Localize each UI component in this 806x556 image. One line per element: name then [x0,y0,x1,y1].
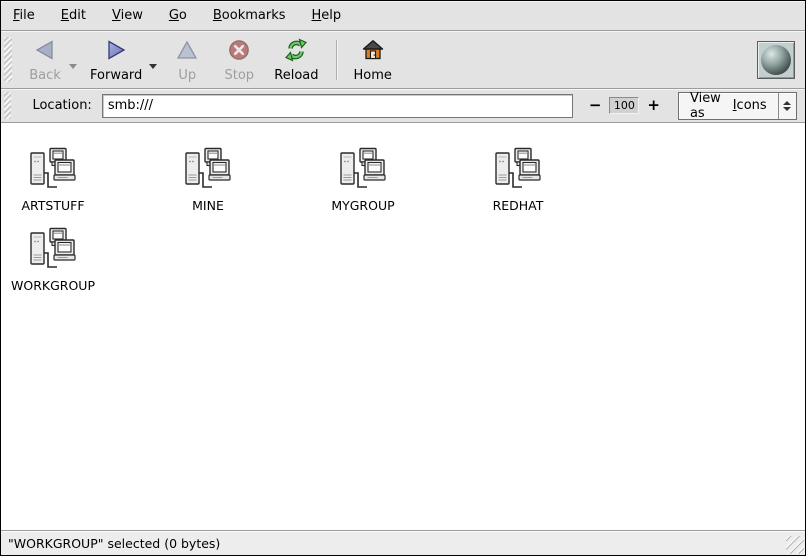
menu-bookmarks[interactable]: Bookmarks [211,5,288,26]
zoom-level-indicator[interactable]: 100 [609,97,639,114]
up-arrow-icon [175,38,199,66]
dropdown-arrow-icon [779,93,796,119]
forward-arrow-icon [104,38,128,66]
back-button-label: Back [29,69,61,83]
status-text: "WORKGROUP" selected (0 bytes) [8,536,220,551]
smb-workgroup-icon [494,147,542,195]
file-icon-item[interactable]: WORKGROUP [1,227,105,293]
file-icon-item[interactable]: MYGROUP [311,147,415,213]
icon-grid: ARTSTUFF [1,147,631,293]
reload-icon [284,38,308,66]
home-icon [361,38,385,66]
up-button-label: Up [178,69,196,83]
home-button[interactable]: Home [345,34,401,86]
throbber [757,41,795,79]
smb-workgroup-icon [29,227,77,275]
toolbar-drag-handle[interactable] [4,37,12,83]
view-as-label: View as Icons [679,93,778,119]
back-history-chevron-icon[interactable] [69,64,77,69]
location-bar: Location: − 100 + View as Icons [1,89,805,123]
stop-button[interactable]: Stop [213,34,265,86]
location-bar-drag-handle[interactable] [4,92,11,118]
menu-view[interactable]: View [110,5,145,26]
forward-history-chevron-icon[interactable] [149,64,157,69]
file-manager-window: File Edit View Go Bookmarks Help Back [0,0,806,556]
file-label: MINE [192,198,224,213]
menu-help[interactable]: Help [310,5,344,26]
zoom-controls: − 100 + [587,96,662,115]
location-input[interactable] [102,94,573,118]
stop-button-label: Stop [225,69,255,83]
up-button[interactable]: Up [161,34,213,86]
stop-icon [227,38,251,66]
file-label: ARTSTUFF [21,198,84,213]
smb-workgroup-icon [184,147,232,195]
zoom-out-button[interactable]: − [587,96,604,115]
resize-grip[interactable] [786,536,804,554]
zoom-in-button[interactable]: + [645,96,662,115]
menu-file[interactable]: File [11,5,37,26]
file-icon-item[interactable]: MINE [156,147,260,213]
throbber-sphere-icon [761,45,791,75]
file-label: REDHAT [493,198,544,213]
forward-button[interactable]: Forward [81,34,151,86]
icon-view: ARTSTUFF [1,123,805,530]
toolbar-separator [336,40,337,80]
home-button-label: Home [354,69,392,83]
file-icon-item[interactable]: REDHAT [466,147,570,213]
smb-workgroup-icon [29,147,77,195]
toolbar: Back Forward Up [1,31,805,89]
menu-go[interactable]: Go [167,5,189,26]
menu-bar: File Edit View Go Bookmarks Help [1,1,805,31]
location-label: Location: [32,98,91,113]
file-icon-item[interactable]: ARTSTUFF [1,147,105,213]
menu-edit[interactable]: Edit [59,5,88,26]
reload-button[interactable]: Reload [265,34,327,86]
reload-button-label: Reload [274,69,318,83]
status-bar: "WORKGROUP" selected (0 bytes) [1,530,805,555]
view-as-dropdown[interactable]: View as Icons [678,92,797,120]
back-button[interactable]: Back [19,34,71,86]
file-label: MYGROUP [331,198,394,213]
smb-workgroup-icon [339,147,387,195]
forward-button-label: Forward [90,69,142,83]
file-label: WORKGROUP [11,278,95,293]
back-arrow-icon [33,38,57,66]
